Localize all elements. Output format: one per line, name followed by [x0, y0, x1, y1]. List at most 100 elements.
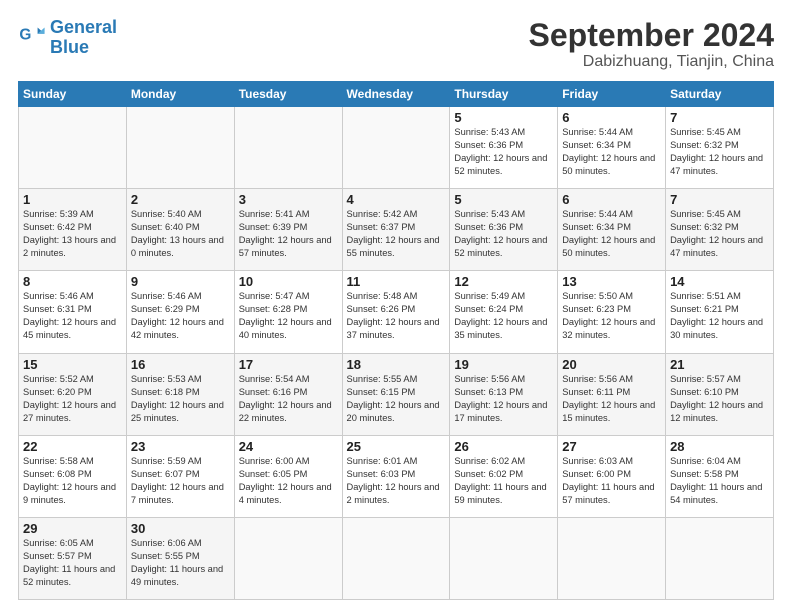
day-number: 21	[670, 357, 769, 372]
th-tuesday: Tuesday	[234, 82, 342, 107]
cell-content: Sunrise: 5:48 AMSunset: 6:26 PMDaylight:…	[347, 290, 446, 342]
day-number: 8	[23, 274, 122, 289]
cell-content: Sunrise: 5:59 AMSunset: 6:07 PMDaylight:…	[131, 455, 230, 507]
calendar-row: 8 Sunrise: 5:46 AMSunset: 6:31 PMDayligh…	[19, 271, 774, 353]
cell-content: Sunrise: 5:45 AMSunset: 6:32 PMDaylight:…	[670, 208, 769, 260]
calendar-table: Sunday Monday Tuesday Wednesday Thursday…	[18, 81, 774, 600]
logo-icon: G	[18, 24, 46, 52]
calendar-cell: 13 Sunrise: 5:50 AMSunset: 6:23 PMDaylig…	[558, 271, 666, 353]
calendar-cell	[342, 107, 450, 189]
calendar-cell: 6 Sunrise: 5:44 AMSunset: 6:34 PMDayligh…	[558, 189, 666, 271]
cell-content: Sunrise: 5:51 AMSunset: 6:21 PMDaylight:…	[670, 290, 769, 342]
month-title: September 2024	[529, 18, 774, 53]
calendar-cell	[19, 107, 127, 189]
day-number: 22	[23, 439, 122, 454]
calendar-cell: 6 Sunrise: 5:44 AMSunset: 6:34 PMDayligh…	[558, 107, 666, 189]
th-thursday: Thursday	[450, 82, 558, 107]
calendar-cell: 21 Sunrise: 5:57 AMSunset: 6:10 PMDaylig…	[666, 353, 774, 435]
day-number: 29	[23, 521, 122, 536]
cell-content: Sunrise: 5:56 AMSunset: 6:13 PMDaylight:…	[454, 373, 553, 425]
cell-content: Sunrise: 5:46 AMSunset: 6:31 PMDaylight:…	[23, 290, 122, 342]
calendar-cell: 22 Sunrise: 5:58 AMSunset: 6:08 PMDaylig…	[19, 435, 127, 517]
calendar-cell	[666, 517, 774, 599]
day-number: 12	[454, 274, 553, 289]
calendar-cell: 20 Sunrise: 5:56 AMSunset: 6:11 PMDaylig…	[558, 353, 666, 435]
day-number: 23	[131, 439, 230, 454]
day-number: 16	[131, 357, 230, 372]
calendar-cell: 7 Sunrise: 5:45 AMSunset: 6:32 PMDayligh…	[666, 107, 774, 189]
th-sunday: Sunday	[19, 82, 127, 107]
th-monday: Monday	[126, 82, 234, 107]
calendar-cell: 10 Sunrise: 5:47 AMSunset: 6:28 PMDaylig…	[234, 271, 342, 353]
cell-content: Sunrise: 5:46 AMSunset: 6:29 PMDaylight:…	[131, 290, 230, 342]
cell-content: Sunrise: 6:04 AMSunset: 5:58 PMDaylight:…	[670, 455, 769, 507]
day-number: 13	[562, 274, 661, 289]
calendar-row: 1 Sunrise: 5:39 AMSunset: 6:42 PMDayligh…	[19, 189, 774, 271]
cell-content: Sunrise: 5:54 AMSunset: 6:16 PMDaylight:…	[239, 373, 338, 425]
cell-content: Sunrise: 5:43 AMSunset: 6:36 PMDaylight:…	[454, 208, 553, 260]
calendar-cell: 5 Sunrise: 5:43 AMSunset: 6:36 PMDayligh…	[450, 107, 558, 189]
calendar-cell: 5 Sunrise: 5:43 AMSunset: 6:36 PMDayligh…	[450, 189, 558, 271]
day-number: 27	[562, 439, 661, 454]
day-number: 3	[239, 192, 338, 207]
day-number: 20	[562, 357, 661, 372]
cell-content: Sunrise: 5:41 AMSunset: 6:39 PMDaylight:…	[239, 208, 338, 260]
th-wednesday: Wednesday	[342, 82, 450, 107]
day-number: 18	[347, 357, 446, 372]
day-number: 4	[347, 192, 446, 207]
cell-content: Sunrise: 5:39 AMSunset: 6:42 PMDaylight:…	[23, 208, 122, 260]
calendar-cell: 1 Sunrise: 5:39 AMSunset: 6:42 PMDayligh…	[19, 189, 127, 271]
th-saturday: Saturday	[666, 82, 774, 107]
day-number: 15	[23, 357, 122, 372]
calendar-cell: 9 Sunrise: 5:46 AMSunset: 6:29 PMDayligh…	[126, 271, 234, 353]
day-number: 25	[347, 439, 446, 454]
calendar-row: 29 Sunrise: 6:05 AMSunset: 5:57 PMDaylig…	[19, 517, 774, 599]
day-number: 6	[562, 110, 661, 125]
day-number: 7	[670, 110, 769, 125]
day-number: 26	[454, 439, 553, 454]
cell-content: Sunrise: 6:00 AMSunset: 6:05 PMDaylight:…	[239, 455, 338, 507]
logo-general: General	[50, 17, 117, 37]
calendar-cell	[450, 517, 558, 599]
calendar-cell: 14 Sunrise: 5:51 AMSunset: 6:21 PMDaylig…	[666, 271, 774, 353]
cell-content: Sunrise: 5:53 AMSunset: 6:18 PMDaylight:…	[131, 373, 230, 425]
day-number: 17	[239, 357, 338, 372]
calendar-cell	[342, 517, 450, 599]
calendar-cell: 11 Sunrise: 5:48 AMSunset: 6:26 PMDaylig…	[342, 271, 450, 353]
calendar-row: 5 Sunrise: 5:43 AMSunset: 6:36 PMDayligh…	[19, 107, 774, 189]
calendar-cell: 23 Sunrise: 5:59 AMSunset: 6:07 PMDaylig…	[126, 435, 234, 517]
cell-content: Sunrise: 6:06 AMSunset: 5:55 PMDaylight:…	[131, 537, 230, 589]
cell-content: Sunrise: 5:44 AMSunset: 6:34 PMDaylight:…	[562, 126, 661, 178]
header-row: Sunday Monday Tuesday Wednesday Thursday…	[19, 82, 774, 107]
day-number: 30	[131, 521, 230, 536]
calendar-cell: 12 Sunrise: 5:49 AMSunset: 6:24 PMDaylig…	[450, 271, 558, 353]
calendar-cell: 18 Sunrise: 5:55 AMSunset: 6:15 PMDaylig…	[342, 353, 450, 435]
calendar-row: 15 Sunrise: 5:52 AMSunset: 6:20 PMDaylig…	[19, 353, 774, 435]
calendar-cell: 30 Sunrise: 6:06 AMSunset: 5:55 PMDaylig…	[126, 517, 234, 599]
calendar-cell	[558, 517, 666, 599]
calendar-cell	[126, 107, 234, 189]
day-number: 10	[239, 274, 338, 289]
calendar-cell: 4 Sunrise: 5:42 AMSunset: 6:37 PMDayligh…	[342, 189, 450, 271]
cell-content: Sunrise: 5:49 AMSunset: 6:24 PMDaylight:…	[454, 290, 553, 342]
calendar-cell: 28 Sunrise: 6:04 AMSunset: 5:58 PMDaylig…	[666, 435, 774, 517]
day-number: 11	[347, 274, 446, 289]
cell-content: Sunrise: 6:01 AMSunset: 6:03 PMDaylight:…	[347, 455, 446, 507]
day-number: 28	[670, 439, 769, 454]
cell-content: Sunrise: 5:47 AMSunset: 6:28 PMDaylight:…	[239, 290, 338, 342]
logo: G General Blue	[18, 18, 117, 58]
cell-content: Sunrise: 5:40 AMSunset: 6:40 PMDaylight:…	[131, 208, 230, 260]
calendar-page: G General Blue September 2024 Dabizhuang…	[0, 0, 792, 612]
cell-content: Sunrise: 5:57 AMSunset: 6:10 PMDaylight:…	[670, 373, 769, 425]
title-block: September 2024 Dabizhuang, Tianjin, Chin…	[529, 18, 774, 71]
cell-content: Sunrise: 5:52 AMSunset: 6:20 PMDaylight:…	[23, 373, 122, 425]
location-title: Dabizhuang, Tianjin, China	[529, 53, 774, 71]
day-number: 24	[239, 439, 338, 454]
day-number: 6	[562, 192, 661, 207]
day-number: 5	[454, 192, 553, 207]
day-number: 9	[131, 274, 230, 289]
cell-content: Sunrise: 5:55 AMSunset: 6:15 PMDaylight:…	[347, 373, 446, 425]
cell-content: Sunrise: 5:45 AMSunset: 6:32 PMDaylight:…	[670, 126, 769, 178]
cell-content: Sunrise: 5:42 AMSunset: 6:37 PMDaylight:…	[347, 208, 446, 260]
day-number: 19	[454, 357, 553, 372]
